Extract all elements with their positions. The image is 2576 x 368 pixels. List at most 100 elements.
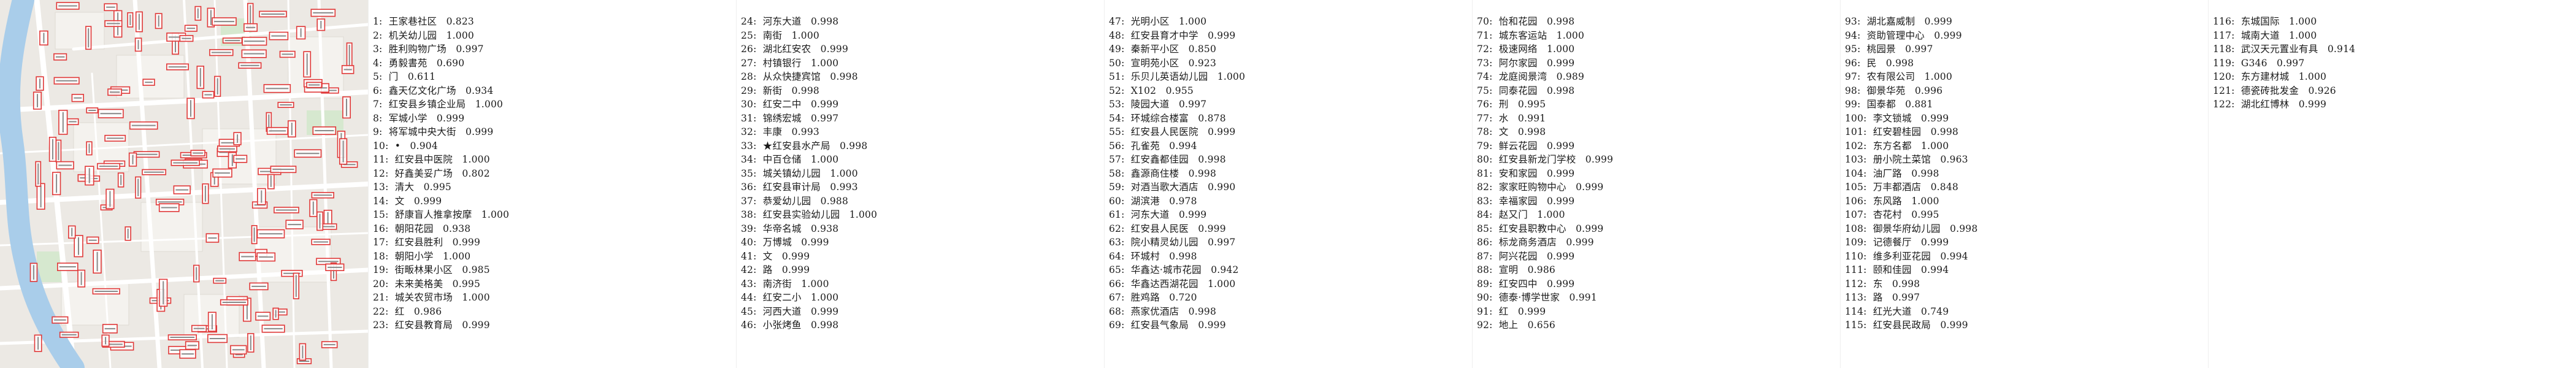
label-text-glyph bbox=[158, 201, 182, 203]
result-row: 33: ★红安县水产局 0.998 bbox=[741, 140, 868, 151]
result-row: 109: 记德餐厅 0.999 bbox=[1845, 237, 1949, 248]
result-row: 2: 机关幼儿园 1.000 bbox=[373, 29, 474, 41]
label-text-glyph bbox=[37, 163, 39, 185]
label-text-glyph bbox=[33, 265, 34, 280]
result-row: 42: 路 0.999 bbox=[741, 264, 810, 275]
result-row: 52: X102 0.955 bbox=[1109, 85, 1194, 96]
result-row: 55: 红安县人民医院 0.999 bbox=[1109, 126, 1236, 137]
label-text-glyph bbox=[269, 130, 286, 132]
label-text-glyph bbox=[244, 40, 265, 42]
result-row: 50: 宣明苑小区 0.923 bbox=[1109, 57, 1217, 69]
label-text-glyph bbox=[236, 158, 245, 160]
result-row: 75: 同泰花园 0.998 bbox=[1477, 85, 1575, 96]
result-row: 9: 将军城中央大街 0.999 bbox=[373, 126, 494, 137]
label-text-glyph bbox=[39, 79, 40, 89]
column-divider bbox=[1840, 0, 1841, 368]
result-row: 72: 极速网络 1.000 bbox=[1477, 44, 1575, 55]
label-text-glyph bbox=[40, 185, 42, 208]
label-text-glyph bbox=[54, 319, 66, 321]
result-row: 30: 红安二中 0.999 bbox=[741, 99, 839, 110]
label-text-glyph bbox=[96, 251, 98, 272]
result-row: 63: 院小精灵幼儿园 0.997 bbox=[1109, 237, 1236, 248]
label-text-glyph bbox=[131, 125, 156, 126]
result-row: 21: 城关农贸市场 1.000 bbox=[373, 292, 490, 303]
result-row: 94: 资助管理中心 0.999 bbox=[1845, 29, 1962, 41]
result-row: 18: 朝阳小学 1.000 bbox=[373, 250, 471, 262]
result-row: 34: 中百仓储 1.000 bbox=[741, 154, 839, 165]
label-text-glyph bbox=[261, 190, 263, 203]
label-text-glyph bbox=[88, 239, 97, 241]
label-text-glyph bbox=[187, 345, 197, 347]
label-text-glyph bbox=[37, 337, 39, 350]
label-text-glyph bbox=[318, 261, 339, 263]
result-row: 102: 东方名都 1.000 bbox=[1845, 140, 1949, 151]
result-row: 6: 鑫天亿文化广场 0.934 bbox=[373, 85, 494, 96]
label-text-glyph bbox=[43, 33, 45, 44]
label-text-glyph bbox=[348, 45, 350, 69]
label-text-glyph bbox=[132, 155, 134, 164]
result-row: 64: 环城村 0.998 bbox=[1109, 250, 1197, 262]
label-text-glyph bbox=[170, 337, 195, 338]
result-row: 99: 国泰都 0.881 bbox=[1845, 99, 1933, 110]
result-row: 7: 红安县乡镇企业局 1.000 bbox=[373, 99, 504, 110]
result-row: 15: 舒康盲人推拿按摩 1.000 bbox=[373, 209, 510, 220]
label-text-glyph bbox=[215, 172, 230, 174]
result-row: 88: 宣明 0.986 bbox=[1477, 264, 1555, 275]
label-text-glyph bbox=[291, 123, 293, 136]
label-text-glyph bbox=[319, 213, 321, 229]
label-text-glyph bbox=[240, 64, 259, 66]
label-text-glyph bbox=[328, 266, 342, 268]
result-row: 116: 东城国际 1.000 bbox=[2213, 16, 2317, 27]
result-row: 3: 胜利购物广场 0.997 bbox=[373, 44, 484, 55]
label-text-glyph bbox=[69, 121, 77, 123]
label-text-glyph bbox=[219, 148, 235, 150]
label-text-glyph bbox=[80, 272, 82, 285]
result-row: 51: 乐贝儿英语幼儿园 1.000 bbox=[1109, 71, 1246, 82]
result-row: 90: 德泰·博学世家 0.991 bbox=[1477, 292, 1597, 303]
label-text-glyph bbox=[313, 241, 328, 243]
label-text-glyph bbox=[161, 207, 177, 209]
label-text-glyph bbox=[137, 178, 139, 196]
label-text-glyph bbox=[58, 142, 59, 160]
label-text-glyph bbox=[271, 35, 286, 37]
result-row: 54: 环城综合楼富 0.878 bbox=[1109, 112, 1226, 124]
result-row: 22: 红 0.986 bbox=[373, 305, 442, 317]
result-row: 100: 李文锁城 0.999 bbox=[1845, 112, 1949, 124]
result-row: 74: 龙庭阅景湾 0.989 bbox=[1477, 71, 1585, 82]
label-text-glyph bbox=[250, 335, 251, 350]
result-row: 113: 路 0.997 bbox=[1845, 292, 1920, 303]
result-row: 35: 城关镇幼儿园 1.000 bbox=[741, 167, 858, 179]
result-row: 98: 御景华苑 0.996 bbox=[1845, 85, 1943, 96]
result-row: 65: 华鑫达·城市花园 0.942 bbox=[1109, 264, 1239, 275]
result-row: 1: 王家巷社区 0.823 bbox=[373, 16, 474, 27]
label-text-glyph bbox=[105, 337, 107, 345]
result-row: 43: 南济街 1.000 bbox=[741, 278, 829, 289]
result-row: 76: 刑 0.995 bbox=[1477, 99, 1546, 110]
label-text-glyph bbox=[270, 175, 272, 187]
result-row: 5: 门 0.611 bbox=[373, 71, 436, 82]
result-row: 38: 红安县实验幼儿园 1.000 bbox=[741, 209, 878, 220]
label-text-glyph bbox=[222, 302, 246, 303]
result-row: 47: 光明小区 1.000 bbox=[1109, 16, 1207, 27]
result-row: 57: 红安鑫都佳园 0.998 bbox=[1109, 154, 1226, 165]
label-text-glyph bbox=[251, 285, 266, 287]
result-row: 26: 湖北红安农 0.999 bbox=[741, 44, 849, 55]
result-row: 11: 红安县中医院 1.000 bbox=[373, 154, 490, 165]
result-row: 20: 未来美格美 0.995 bbox=[373, 278, 481, 289]
label-text-glyph bbox=[56, 80, 77, 82]
result-row: 85: 红安县职教中心 0.999 bbox=[1477, 223, 1604, 234]
label-text-glyph bbox=[243, 53, 264, 55]
label-text-glyph bbox=[136, 153, 158, 155]
label-text-glyph bbox=[58, 164, 72, 166]
label-text-glyph bbox=[88, 144, 90, 153]
label-text-glyph bbox=[100, 113, 121, 115]
label-text-glyph bbox=[107, 23, 120, 25]
label-text-glyph bbox=[145, 82, 153, 83]
result-row: 68: 燕家优酒店 0.998 bbox=[1109, 305, 1217, 317]
label-text-glyph bbox=[78, 237, 79, 255]
label-text-glyph bbox=[327, 212, 329, 225]
result-row: 86: 标龙商务酒店 0.999 bbox=[1477, 237, 1594, 248]
result-row: 106: 东风路 1.000 bbox=[1845, 195, 1939, 207]
map-ocr-result: 1: 王家巷社区 0.823 2: 机关幼儿园 1.000 3: 胜利购物广场 0.… bbox=[0, 0, 2576, 368]
result-column-6: 116: 东城国际 1.000 117: 城南大道 1.000 118: 武汉天元置… bbox=[2213, 15, 2576, 368]
